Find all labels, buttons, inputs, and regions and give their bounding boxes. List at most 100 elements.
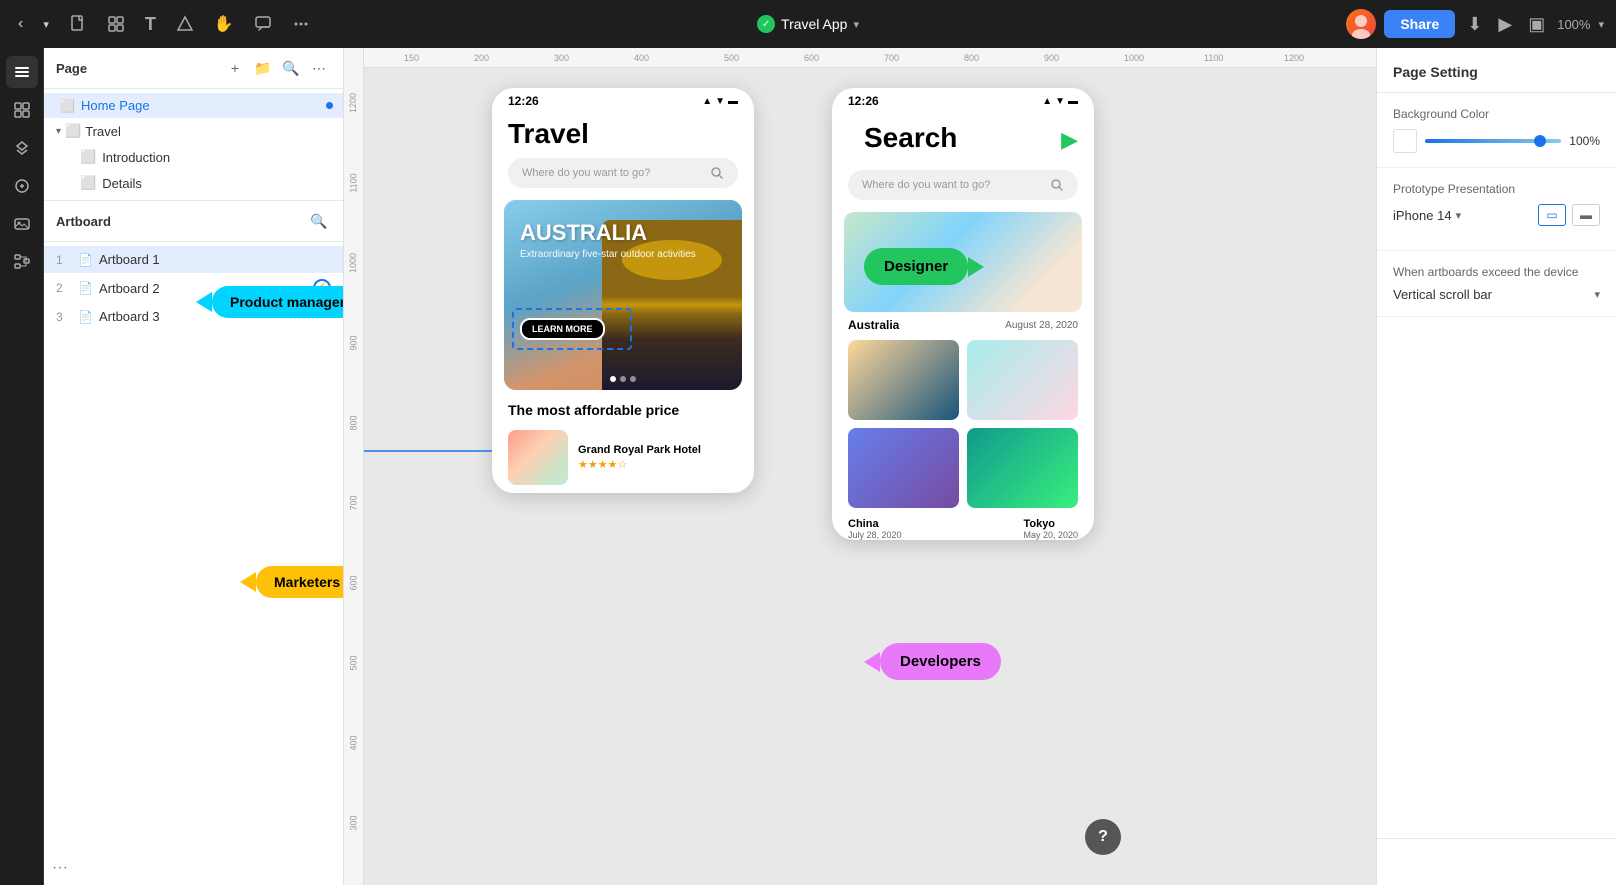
more-options-button[interactable]: ···	[52, 859, 68, 877]
product-manager-comment[interactable]: Product manager	[196, 286, 344, 318]
device-layout-buttons: ▭ ▬	[1538, 204, 1600, 226]
active-dot	[326, 102, 333, 109]
bg-color-label: Background Color	[1393, 107, 1600, 121]
shapes-button[interactable]	[170, 11, 200, 37]
page-setting-title: Page Setting	[1377, 48, 1616, 93]
exceed-value: Vertical scroll bar	[1393, 287, 1492, 302]
phone1-time: 12:26	[508, 94, 539, 108]
artboard-item-1[interactable]: 1 📄 Artboard 1	[44, 246, 343, 273]
back-button[interactable]: ‹	[12, 11, 29, 37]
phone1-search-bar[interactable]: Where do you want to go?	[508, 158, 738, 188]
artboard-num-2: 2	[56, 281, 72, 295]
slider-thumb[interactable]	[1534, 135, 1546, 147]
chevron-down-icon: ▾	[56, 126, 61, 137]
image-icon-btn[interactable]	[6, 208, 38, 240]
dest3-name: Tokyo	[1023, 518, 1078, 530]
marketers-bubble[interactable]: Marketers	[256, 566, 344, 598]
artboard-label-2: Artboard 2	[99, 281, 160, 296]
page-tree: ⬜ Home Page ▾ ⬜ Travel ⬜ Introduction ⬜ …	[44, 89, 343, 201]
dest-grid	[832, 336, 1094, 512]
developers-bubble[interactable]: Developers	[880, 643, 1001, 680]
prototype-icon-btn[interactable]	[6, 170, 38, 202]
phone2-status-icons: ▲ ▼ ▬	[1042, 96, 1078, 107]
exceed-section: When artboards exceed the device Vertica…	[1377, 251, 1616, 317]
share-button[interactable]: Share	[1384, 10, 1455, 38]
comment-arrow-icon	[196, 292, 212, 312]
folder-button[interactable]: 📁	[251, 56, 275, 80]
ruler-mark-600-v: 600	[349, 575, 359, 590]
flow-icon-btn[interactable]	[6, 246, 38, 278]
artboard-label-1: Artboard 1	[99, 252, 160, 267]
assets-icon-btn[interactable]	[6, 94, 38, 126]
landscape-btn[interactable]: ▬	[1572, 204, 1600, 226]
title-dropdown-arrow[interactable]: ▾	[853, 18, 859, 31]
user-avatar[interactable]	[1346, 9, 1376, 39]
phone1-title: Travel	[492, 114, 754, 158]
layers-icon-btn[interactable]	[6, 56, 38, 88]
color-swatch[interactable]	[1393, 129, 1417, 153]
toolbar-right: Share ⬇ ▶ ▣ 100% ▾	[1346, 9, 1604, 39]
extra-button[interactable]	[286, 11, 316, 37]
search-pages-button[interactable]: 🔍	[279, 56, 303, 80]
signal-icon-2: ▲	[1042, 96, 1052, 107]
text-button[interactable]: T	[139, 10, 162, 39]
developers-arrow-icon	[864, 652, 880, 672]
page-label-introduction: Introduction	[102, 150, 170, 165]
ruler-mark-700-v: 700	[349, 495, 359, 510]
canvas-area[interactable]: 150 200 300 400 500 600 700 800 900 1000…	[344, 48, 1376, 885]
tokyo-bg	[967, 340, 1078, 420]
zoom-chevron[interactable]: ▾	[1598, 18, 1604, 31]
toolbar: ‹ ▾ T ✋ ✓ Travel App ▾ Share ⬇ ▶ ▣ 100% …	[0, 0, 1616, 48]
search-icon-1	[710, 166, 724, 180]
dropdown-button[interactable]: ▾	[37, 14, 55, 35]
zoom-label[interactable]: 100%	[1557, 17, 1590, 32]
search-artboards-button[interactable]: 🔍	[307, 209, 331, 233]
color-slider[interactable]	[1425, 139, 1561, 143]
page-icon-details: ⬜	[80, 175, 96, 191]
ruler-mark-1000: 1000	[1124, 53, 1144, 63]
artboard-num-3: 3	[56, 310, 72, 324]
developers-comment[interactable]: Developers	[864, 643, 1001, 680]
ruler-mark-400: 400	[634, 53, 649, 63]
more-pages-button[interactable]: ⋯	[307, 56, 331, 80]
ruler-top: 150 200 300 400 500 600 700 800 900 1000…	[344, 48, 1376, 68]
designer-comment[interactable]: Designer	[864, 248, 984, 285]
dot-1	[610, 376, 616, 382]
download-button[interactable]: ⬇	[1463, 10, 1486, 39]
device-select-dropdown[interactable]: iPhone 14 ▾	[1393, 208, 1461, 223]
page-icon-home: ⬜	[60, 99, 75, 113]
artboard-icon-1: 📄	[78, 253, 93, 267]
phone1-hero-image: AUSTRALIA Extraordinary five-star outdoo…	[504, 200, 742, 390]
search-placeholder-1: Where do you want to go?	[522, 167, 704, 179]
page-item-home[interactable]: ⬜ Home Page	[44, 93, 343, 118]
ruler-mark-1200-v: 1200	[349, 93, 359, 113]
exceed-select-row[interactable]: Vertical scroll bar ▾	[1393, 287, 1600, 302]
help-button[interactable]: ?	[1085, 819, 1121, 855]
export-section: Export	[1377, 838, 1616, 885]
color-slider-container[interactable]	[1425, 139, 1561, 143]
product-manager-bubble[interactable]: Product manager	[212, 286, 344, 318]
portrait-btn[interactable]: ▭	[1538, 204, 1566, 226]
layout-button[interactable]	[101, 11, 131, 37]
artboard-num-1: 1	[56, 253, 72, 267]
tree-child-introduction[interactable]: ⬜ Introduction	[44, 144, 343, 170]
dest-names-row: China July 28, 2020 Tokyo May 20, 2020	[832, 512, 1094, 540]
bg-color-row: 100%	[1393, 129, 1600, 153]
selfie-bg	[848, 428, 959, 508]
file-button[interactable]	[63, 11, 93, 37]
add-page-button[interactable]: +	[223, 56, 247, 80]
phone2-search-bar[interactable]: Where do you want to go?	[848, 170, 1078, 200]
tree-parent-travel[interactable]: ▾ ⬜ Travel	[44, 118, 343, 144]
phone-frame-1: 12:26 ▲ ▼ ▬ Travel Where do you want to …	[492, 88, 754, 493]
tree-child-details[interactable]: ⬜ Details	[44, 170, 343, 196]
learn-more-btn[interactable]: LEARN MORE	[520, 318, 605, 340]
panel-button[interactable]: ▣	[1524, 10, 1549, 39]
app-title: Travel App	[781, 16, 847, 32]
play-button[interactable]: ▶	[1494, 10, 1516, 39]
marketers-comment[interactable]: Marketers	[240, 566, 344, 598]
phone1-status-bar: 12:26 ▲ ▼ ▬	[492, 88, 754, 114]
hand-button[interactable]: ✋	[208, 10, 240, 38]
designer-bubble[interactable]: Designer	[864, 248, 968, 285]
comment-button-toolbar[interactable]	[248, 11, 278, 37]
components-icon-btn[interactable]	[6, 132, 38, 164]
